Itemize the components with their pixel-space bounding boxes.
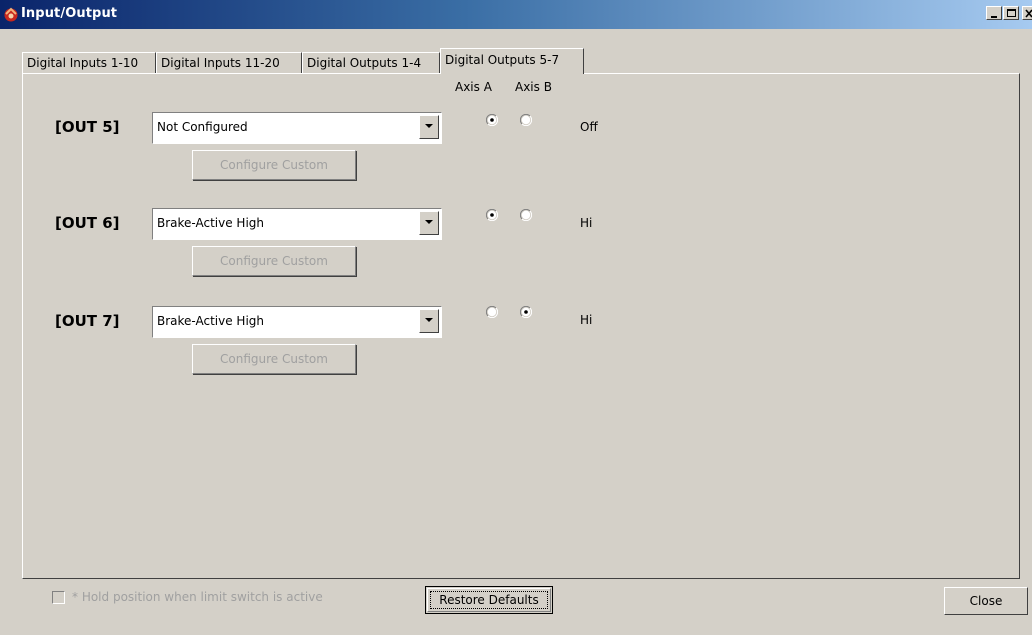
tab-digital-inputs-11-20[interactable]: Digital Inputs 11-20 [156,52,302,74]
tab-panel [22,73,1020,579]
minimize-button[interactable] [986,6,1002,20]
tab-digital-inputs-1-10[interactable]: Digital Inputs 1-10 [22,52,156,74]
close-icon [1025,9,1032,18]
tab-digital-outputs-5-7[interactable]: Digital Outputs 5-7 [440,48,584,74]
minimize-icon [991,16,997,18]
maximize-icon [1007,9,1016,17]
title-bar[interactable]: Input/Output [0,0,1032,29]
app-icon [4,7,18,22]
close-button[interactable]: Close [944,587,1028,615]
restore-defaults-label: Restore Defaults [439,593,539,607]
hold-position-checkbox[interactable] [52,591,65,604]
restore-defaults-button[interactable]: Restore Defaults [425,586,553,614]
maximize-button[interactable] [1003,6,1019,20]
input-output-window: Input/Output Digital Inputs 1-10 Digital… [0,0,1032,635]
close-window-button[interactable] [1022,6,1032,20]
hold-position-label: * Hold position when limit switch is act… [72,590,323,604]
window-title: Input/Output [21,6,118,21]
tab-digital-outputs-1-4[interactable]: Digital Outputs 1-4 [302,52,440,74]
